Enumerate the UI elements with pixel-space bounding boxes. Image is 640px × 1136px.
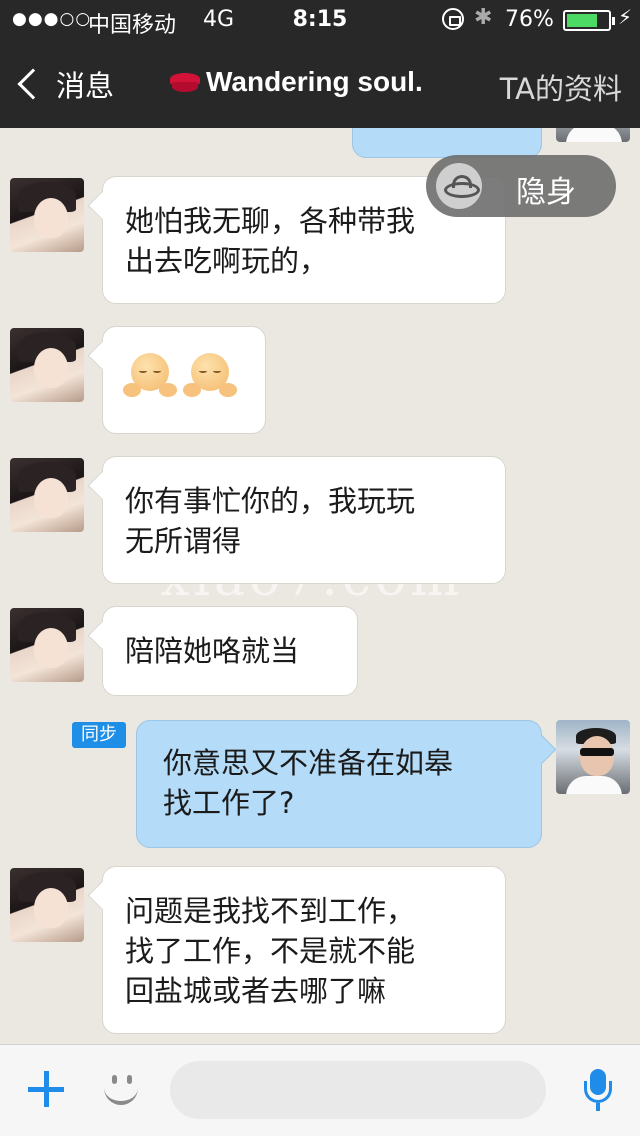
message-text: 她怕我无聊，各种带我 出去吃啊玩的， (125, 204, 416, 278)
stealth-mode-toggle[interactable]: 隐身 (426, 155, 616, 217)
message-bubble-incoming[interactable]: 陪陪她咯就当 (102, 606, 358, 696)
microphone-icon[interactable] (584, 1069, 612, 1113)
message-bubble-outgoing[interactable]: 你意思又不准备在如皋 找工作了? (136, 720, 542, 848)
smiley-icon[interactable] (102, 1071, 142, 1111)
chat-thread[interactable]: xiao7.com 她怕我无聊，各种带我 出去吃啊玩的， 你有事忙你的，我玩玩 … (0, 128, 640, 1044)
message-bubble-incoming[interactable]: 你有事忙你的，我玩玩 无所谓得 (102, 456, 506, 584)
profile-button[interactable]: TA的资料 (500, 66, 622, 108)
sync-badge: 同步 (72, 722, 126, 748)
lips-icon (170, 71, 200, 93)
battery-level (567, 14, 597, 27)
back-button[interactable]: 消息 (12, 60, 114, 108)
contact-avatar[interactable] (10, 328, 84, 402)
battery-icon (563, 10, 611, 31)
rotation-lock-icon (442, 8, 464, 30)
navigation-bar: 消息 Wandering soul. TA的资料 (0, 40, 640, 128)
my-avatar[interactable] (556, 128, 630, 142)
message-text: 你有事忙你的，我玩玩 无所谓得 (125, 484, 416, 558)
stealth-label: 隐身 (516, 175, 576, 210)
message-bubble-incoming[interactable]: 问题是我找不到工作， 找了工作，不是就不能 回盐城或者去哪了嘛 (102, 866, 506, 1034)
message-bubble-incoming[interactable] (102, 326, 266, 434)
message-text: 陪陪她咯就当 (125, 634, 300, 668)
message-text: 你意思又不准备在如皋 找工作了? (163, 746, 454, 820)
bluetooth-icon: ✱ (474, 5, 493, 30)
my-avatar[interactable] (556, 720, 630, 794)
plus-icon[interactable] (28, 1071, 64, 1107)
contact-avatar[interactable] (10, 178, 84, 252)
charging-icon: ⚡ (618, 5, 633, 29)
battery-percent: 76% (505, 7, 554, 32)
smiling-hug-emoji (123, 353, 177, 403)
input-bar (0, 1044, 640, 1136)
message-text: 问题是我找不到工作， 找了工作，不是就不能 回盐城或者去哪了嘛 (125, 894, 416, 1008)
back-label: 消息 (56, 69, 115, 103)
message-input[interactable] (170, 1061, 546, 1119)
ufo-icon (436, 163, 482, 209)
contact-avatar[interactable] (10, 868, 84, 942)
smiling-hug-emoji (183, 353, 237, 403)
conversation-title: Wandering soul. (170, 66, 423, 98)
contact-avatar[interactable] (10, 458, 84, 532)
battery-tip (612, 17, 615, 25)
message-bubble-outgoing-partial[interactable] (352, 128, 542, 158)
status-bar: ●●●○○ 中国移动 4G 8:15 ✱ 76% ⚡ (0, 0, 640, 40)
chevron-left-icon (17, 68, 49, 100)
contact-avatar[interactable] (10, 608, 84, 682)
contact-name: Wandering soul. (206, 66, 423, 97)
